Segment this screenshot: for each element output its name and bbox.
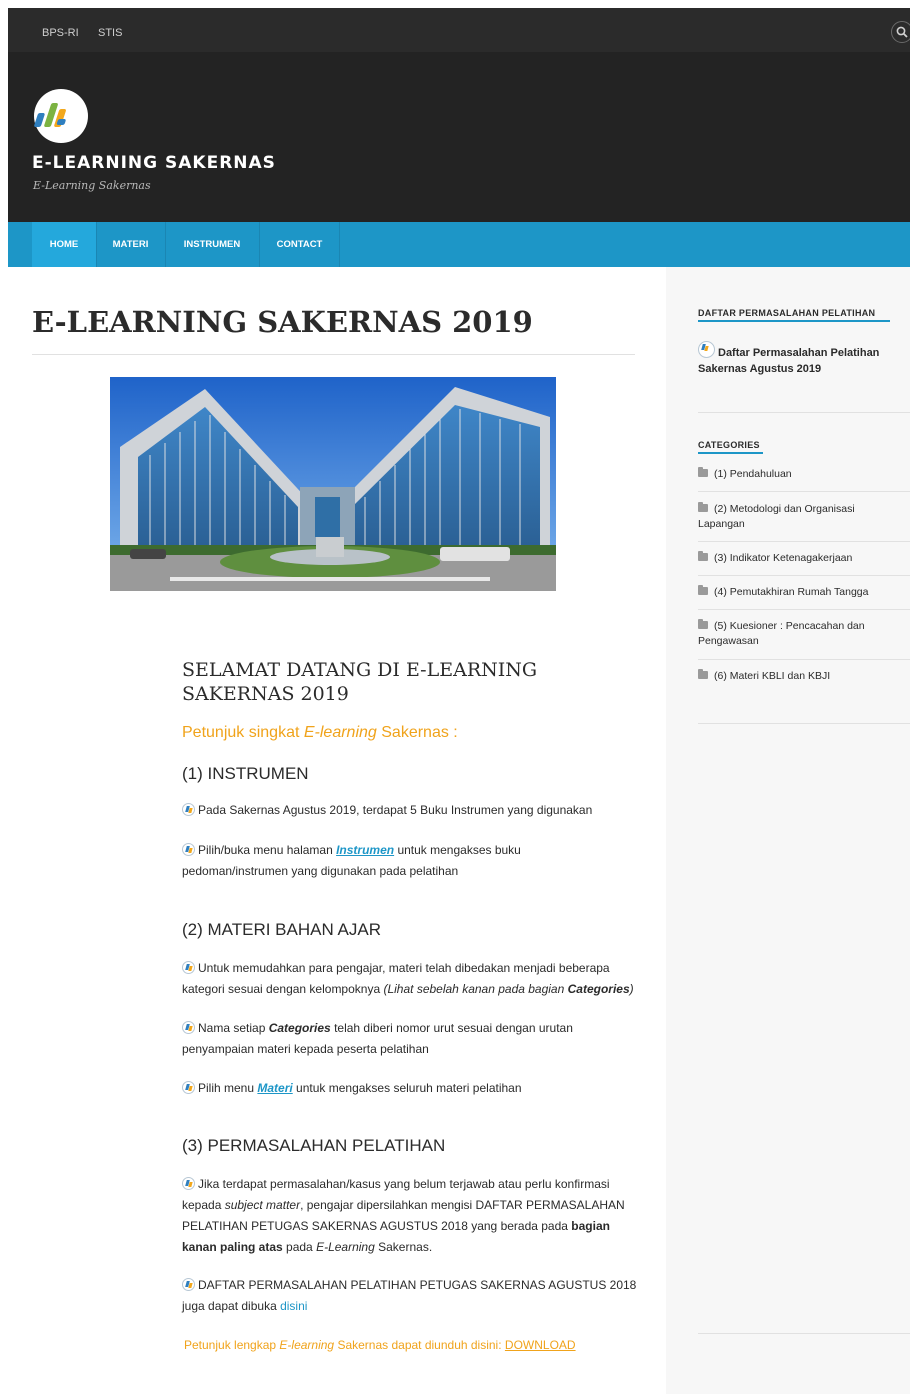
hero-image bbox=[110, 377, 556, 591]
bps-logo-icon bbox=[698, 341, 715, 358]
widget-title-underline bbox=[698, 320, 890, 322]
widget-title-underline bbox=[698, 452, 763, 454]
nav-item-materi[interactable]: MATERI bbox=[97, 222, 164, 267]
download-note: Petunjuk lengkap E-learning Sakernas dap… bbox=[184, 1338, 576, 1352]
section3-paragraph-2: DAFTAR PERMASALAHAN PELATIHAN PETUGAS SA… bbox=[182, 1278, 637, 1313]
section-heading-materi: (2) MATERI BAHAN AJAR bbox=[182, 920, 381, 939]
section1-paragraph-1: Pada Sakernas Agustus 2019, terdapat 5 B… bbox=[182, 800, 637, 821]
search-icon bbox=[896, 26, 908, 38]
search-button[interactable] bbox=[891, 21, 910, 43]
section1-paragraph-2: Pilih/buka menu halaman Instrumen untuk … bbox=[182, 843, 521, 878]
bps-bullet-icon bbox=[182, 843, 195, 856]
bps-bullet-icon bbox=[182, 1021, 195, 1034]
main-nav: HOME MATERI INSTRUMEN CONTACT bbox=[8, 222, 910, 267]
section2-paragraph-3: Pilih menu Materi untuk mengakses seluru… bbox=[182, 1078, 637, 1099]
folder-icon bbox=[698, 619, 708, 629]
section2-paragraph-1: Untuk memudahkan para pengajar, materi t… bbox=[182, 961, 634, 996]
hint-heading: Petunjuk singkat E-learning Sakernas : bbox=[182, 724, 458, 741]
category-divider bbox=[698, 541, 910, 542]
site-header: E-LEARNING SAKERNAS E-Learning Sakernas bbox=[8, 52, 910, 222]
page-title: E-LEARNING SAKERNAS 2019 bbox=[32, 305, 533, 339]
download-link[interactable]: DOWNLOAD bbox=[505, 1338, 576, 1352]
nav-item-home[interactable]: HOME bbox=[32, 222, 96, 267]
topbar-link-bps-ri[interactable]: BPS-RI bbox=[42, 27, 79, 39]
category-divider bbox=[698, 491, 910, 492]
widget-title-permasalahan: DAFTAR PERMASALAHAN PELATIHAN bbox=[698, 308, 876, 318]
widget-divider bbox=[698, 723, 910, 724]
folder-icon bbox=[698, 502, 708, 512]
folder-icon bbox=[698, 551, 708, 561]
welcome-heading: SELAMAT DATANG DI E-LEARNING SAKERNAS 20… bbox=[182, 659, 538, 705]
instrumen-link[interactable]: Instrumen bbox=[336, 843, 394, 857]
page-frame: BPS-RI STIS E-LEARNING SAKERNAS E-Learni… bbox=[8, 8, 910, 1394]
materi-link[interactable]: Materi bbox=[257, 1081, 292, 1095]
category-item[interactable]: (2) Metodologi dan Organisasi Lapangan bbox=[698, 502, 903, 532]
top-bar: BPS-RI STIS bbox=[8, 8, 910, 52]
category-item[interactable]: (4) Pemutakhiran Rumah Tangga bbox=[698, 585, 903, 600]
folder-icon bbox=[698, 669, 708, 679]
site-title[interactable]: E-LEARNING SAKERNAS bbox=[32, 153, 276, 173]
category-divider bbox=[698, 659, 910, 660]
widget-divider bbox=[698, 1333, 910, 1334]
topbar-link-stis[interactable]: STIS bbox=[98, 27, 122, 39]
bps-bullet-icon bbox=[182, 1278, 195, 1291]
site-description: E-Learning Sakernas bbox=[33, 179, 151, 192]
widget-title-categories: CATEGORIES bbox=[698, 440, 760, 450]
category-item[interactable]: (1) Pendahuluan bbox=[698, 467, 903, 482]
bps-bullet-icon bbox=[182, 1177, 195, 1190]
section2-paragraph-2: Nama setiap Categories telah diberi nomo… bbox=[182, 1021, 573, 1056]
category-divider bbox=[698, 575, 910, 576]
sidebar: DAFTAR PERMASALAHAN PELATIHAN Daftar Per… bbox=[666, 267, 910, 1394]
bps-bullet-icon bbox=[182, 961, 195, 974]
category-item[interactable]: (5) Kuesioner : Pencacahan dan Pengawasa… bbox=[698, 619, 903, 649]
title-divider bbox=[32, 354, 635, 355]
section3-paragraph-1: Jika terdapat permasalahan/kasus yang be… bbox=[182, 1177, 625, 1254]
folder-icon bbox=[698, 467, 708, 477]
category-item[interactable]: (6) Materi KBLI dan KBJI bbox=[698, 669, 903, 684]
bps-bullet-icon bbox=[182, 1081, 195, 1094]
folder-icon bbox=[698, 585, 708, 595]
disini-link[interactable]: disini bbox=[280, 1299, 307, 1313]
bps-bullet-icon bbox=[182, 803, 195, 816]
nav-item-instrumen[interactable]: INSTRUMEN bbox=[166, 222, 258, 267]
nav-item-contact[interactable]: CONTACT bbox=[260, 222, 339, 267]
section-heading-instrumen: (1) INSTRUMEN bbox=[182, 764, 309, 783]
bps-logo-icon[interactable] bbox=[34, 89, 88, 143]
category-divider bbox=[698, 609, 910, 610]
widget-link-daftar-permasalahan[interactable]: Daftar Permasalahan Pelatihan Sakernas A… bbox=[698, 341, 898, 377]
nav-separator bbox=[339, 222, 340, 267]
category-item[interactable]: (3) Indikator Ketenagakerjaan bbox=[698, 551, 903, 566]
section-heading-permasalahan: (3) PERMASALAHAN PELATIHAN bbox=[182, 1136, 446, 1155]
widget-divider bbox=[698, 412, 910, 413]
